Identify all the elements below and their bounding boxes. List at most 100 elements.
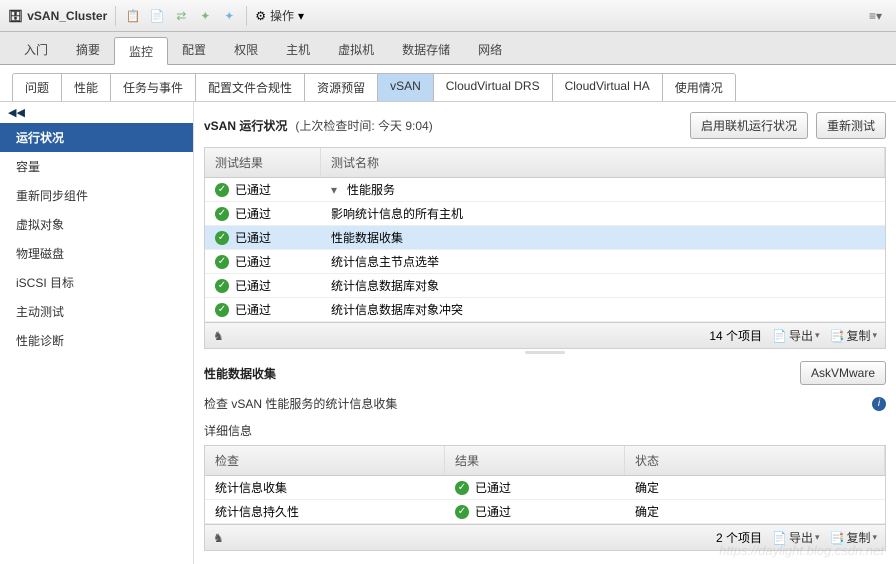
enable-online-health-button[interactable]: 启用联机运行状况 — [690, 112, 808, 139]
sidebar-item-capacity[interactable]: 容量 — [0, 152, 193, 181]
cell-check: 统计信息收集 — [215, 479, 287, 496]
table-row[interactable]: ✓ 已通过 ▾ 性能服务 — [205, 178, 885, 202]
main-content: vSAN 运行状况 (上次检查时间: 今天 9:04) 启用联机运行状况 重新测… — [194, 102, 896, 564]
toolbar-icon-3[interactable]: ⇄ — [172, 7, 190, 25]
sidebar-item-iscsi[interactable]: iSCSI 目标 — [0, 268, 193, 297]
export-button[interactable]: 📄导出▾ — [772, 327, 820, 344]
tab-networks[interactable]: 网络 — [464, 36, 516, 64]
col-test-result[interactable]: 测试结果 — [205, 148, 321, 177]
sidebar-item-perf-diag[interactable]: 性能诊断 — [0, 326, 193, 355]
pass-icon: ✓ — [215, 231, 229, 245]
cell-name: 影响统计信息的所有主机 — [331, 205, 463, 222]
toolbar-icon-4[interactable]: ✦ — [196, 7, 214, 25]
toolbar-icon-5[interactable]: ✦ — [220, 7, 238, 25]
cell-check: 统计信息持久性 — [215, 503, 299, 520]
pass-icon: ✓ — [455, 481, 469, 495]
detail-description-row: 检查 vSAN 性能服务的统计信息收集 i — [204, 389, 886, 414]
tab-summary[interactable]: 摘要 — [62, 36, 114, 64]
tab-datastores[interactable]: 数据存储 — [388, 36, 464, 64]
toolbar-menu-button[interactable]: ≡▾ — [863, 7, 888, 25]
subtab-cloudvirtual-drs[interactable]: CloudVirtual DRS — [434, 73, 553, 101]
table-row[interactable]: ✓ 已通过 性能数据收集 — [205, 226, 885, 250]
table-row[interactable]: ✓已通过 统计信息数据库对象 — [205, 274, 885, 298]
main-body: ◀◀ 运行状况 容量 重新同步组件 虚拟对象 物理磁盘 iSCSI 目标 主动测… — [0, 102, 896, 564]
detail-subtitle: 详细信息 — [204, 414, 886, 445]
cell-name: 性能服务 — [347, 181, 395, 198]
tab-permissions[interactable]: 权限 — [220, 36, 272, 64]
tab-hosts[interactable]: 主机 — [272, 36, 324, 64]
subtab-performance[interactable]: 性能 — [62, 73, 111, 101]
separator — [246, 6, 247, 26]
copy-button[interactable]: 📑复制▾ — [830, 327, 878, 344]
health-grid-header: 测试结果 测试名称 — [205, 148, 885, 178]
toolbar-icon-2[interactable]: 📄 — [148, 7, 166, 25]
cell-status: 已通过 — [235, 301, 271, 318]
gear-icon: ⚙ — [255, 9, 266, 23]
col-test-name[interactable]: 测试名称 — [321, 148, 885, 177]
cell-status: 已通过 — [235, 229, 271, 246]
sidebar-item-physical-disks[interactable]: 物理磁盘 — [0, 239, 193, 268]
cluster-title-text: vSAN_Cluster — [27, 9, 107, 23]
cell-state: 确定 — [635, 479, 659, 496]
detail-description: 检查 vSAN 性能服务的统计信息收集 — [204, 395, 397, 412]
table-row[interactable]: 统计信息收集 ✓ 已通过 确定 — [205, 476, 885, 500]
pass-icon: ✓ — [455, 505, 469, 519]
cell-status: 已通过 — [235, 277, 271, 294]
sidebar-item-resync[interactable]: 重新同步组件 — [0, 181, 193, 210]
pass-icon: ✓ — [215, 255, 229, 269]
cell-status: 已通过 — [235, 181, 271, 198]
cell-name: 性能数据收集 — [331, 229, 403, 246]
col-result[interactable]: 结果 — [445, 446, 625, 475]
info-icon[interactable]: i — [872, 397, 886, 411]
actions-label: 操作 — [270, 7, 294, 24]
tab-vms[interactable]: 虚拟机 — [324, 36, 388, 64]
col-status[interactable]: 状态 — [625, 446, 885, 475]
subtab-resource-reservation[interactable]: 资源预留 — [305, 73, 378, 101]
filter-icon[interactable]: ♞ — [213, 531, 224, 545]
table-row[interactable]: ✓ 已通过 统计信息数据库对象冲突 — [205, 298, 885, 322]
detail-grid-header: 检查 结果 状态 — [205, 446, 885, 476]
health-header: vSAN 运行状况 (上次检查时间: 今天 9:04) 启用联机运行状况 重新测… — [204, 108, 886, 147]
subtab-issues[interactable]: 问题 — [12, 73, 62, 101]
subtab-profile-compliance[interactable]: 配置文件合规性 — [196, 73, 305, 101]
subtab-vsan[interactable]: vSAN — [378, 73, 434, 101]
tab-getting-started[interactable]: 入门 — [10, 36, 62, 64]
cell-name: 统计信息主节点选举 — [331, 253, 439, 270]
pass-icon: ✓ — [215, 279, 229, 293]
retest-button[interactable]: 重新测试 — [816, 112, 886, 139]
chevron-down-icon: ▾ — [872, 330, 877, 341]
table-row[interactable]: ✓ 已通过 统计信息主节点选举 — [205, 250, 885, 274]
subtab-utilization[interactable]: 使用情况 — [663, 73, 736, 101]
chevron-down-icon: ▾ — [872, 532, 877, 543]
primary-tabs: 入门 摘要 监控 配置 权限 主机 虚拟机 数据存储 网络 — [0, 32, 896, 65]
filter-icon[interactable]: ♞ — [213, 329, 224, 343]
subtab-cloudvirtual-ha[interactable]: CloudVirtual HA — [553, 73, 663, 101]
col-check[interactable]: 检查 — [205, 446, 445, 475]
tab-configure[interactable]: 配置 — [168, 36, 220, 64]
cell-state: 确定 — [635, 503, 659, 520]
table-row[interactable]: ✓已通过 影响统计信息的所有主机 — [205, 202, 885, 226]
cell-status: 已通过 — [235, 205, 271, 222]
cell-status: 已通过 — [235, 253, 271, 270]
tree-toggle-icon[interactable]: ▾ — [331, 183, 341, 197]
sidebar-item-proactive-tests[interactable]: 主动测试 — [0, 297, 193, 326]
cell-result: 已通过 — [475, 503, 511, 520]
actions-menu[interactable]: ⚙ 操作 ▾ — [255, 7, 304, 24]
subtab-tasks-events[interactable]: 任务与事件 — [111, 73, 196, 101]
health-title: vSAN 运行状况 — [204, 117, 287, 134]
pass-icon: ✓ — [215, 183, 229, 197]
toolbar-icon-1[interactable]: 📋 — [124, 7, 142, 25]
cell-name: 统计信息数据库对象冲突 — [331, 301, 463, 318]
pass-icon: ✓ — [215, 303, 229, 317]
item-count: 14 个项目 — [709, 327, 762, 344]
health-grid-footer: ♞ 14 个项目 📄导出▾ 📑复制▾ — [205, 322, 885, 348]
sidebar-collapse[interactable]: ◀◀ — [0, 102, 193, 123]
table-row[interactable]: 统计信息持久性 ✓ 已通过 确定 — [205, 500, 885, 524]
ask-vmware-button[interactable]: AskVMware — [800, 361, 886, 385]
sidebar-item-health[interactable]: 运行状况 — [0, 123, 193, 152]
sidebar-item-virtual-objects[interactable]: 虚拟对象 — [0, 210, 193, 239]
cell-result: 已通过 — [475, 479, 511, 496]
tab-monitor[interactable]: 监控 — [114, 37, 168, 65]
sidebar: ◀◀ 运行状况 容量 重新同步组件 虚拟对象 物理磁盘 iSCSI 目标 主动测… — [0, 102, 194, 564]
separator — [115, 6, 116, 26]
